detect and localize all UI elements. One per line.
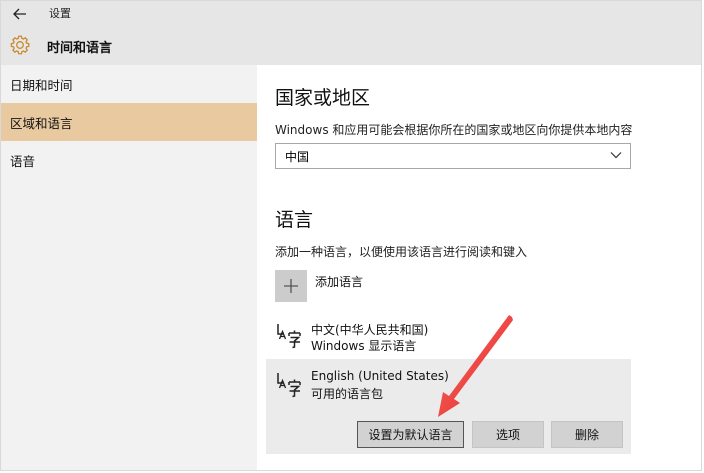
language-description: 添加一种语言，以便使用该语言进行阅读和键入 (275, 245, 528, 259)
window-title: 设置 (49, 7, 71, 20)
language-name: English (United States) (311, 369, 449, 383)
back-arrow-icon (13, 8, 26, 20)
plus-icon (284, 279, 298, 293)
remove-button[interactable]: 删除 (551, 421, 623, 448)
sidebar: 日期和时间 区域和语言 语音 (1, 65, 257, 470)
main-content: 国家或地区 Windows 和应用可能会根据你所在的国家或地区向你提供本地内容 … (257, 65, 701, 470)
add-language-button[interactable] (275, 270, 307, 302)
add-language-label[interactable]: 添加语言 (315, 273, 363, 290)
language-heading: 语言 (275, 209, 314, 231)
sidebar-item-region-language[interactable]: 区域和语言 (1, 103, 257, 141)
region-description: Windows 和应用可能会根据你所在的国家或地区向你提供本地内容 (275, 123, 633, 137)
language-status: Windows 显示语言 (311, 339, 417, 353)
settings-window: 设置 时间和语言 日期和时间 区域和语言 语音 国家或地区 Windows 和应… (0, 0, 702, 471)
region-select[interactable]: 中国 (275, 143, 631, 169)
sidebar-item-label: 语音 (10, 153, 36, 169)
page-title: 时间和语言 (47, 41, 113, 56)
sidebar-item-label: 区域和语言 (10, 115, 73, 131)
language-name: 中文(中华人民共和国) (311, 323, 429, 337)
sidebar-item-label: 日期和时间 (10, 77, 73, 93)
set-default-language-button[interactable]: 设置为默认语言 (357, 421, 464, 448)
gear-icon (10, 35, 30, 55)
sidebar-item-date-time[interactable]: 日期和时间 (1, 65, 257, 103)
options-button[interactable]: 选项 (472, 421, 544, 448)
language-icon (277, 373, 301, 398)
language-icon (277, 324, 301, 349)
language-status: 可用的语言包 (311, 387, 384, 401)
sidebar-item-speech[interactable]: 语音 (1, 141, 257, 179)
back-button[interactable] (7, 3, 33, 25)
title-bar: 设置 时间和语言 (1, 1, 701, 65)
region-select-value: 中国 (285, 149, 310, 164)
chevron-down-icon (610, 152, 622, 159)
region-heading: 国家或地区 (275, 87, 371, 109)
